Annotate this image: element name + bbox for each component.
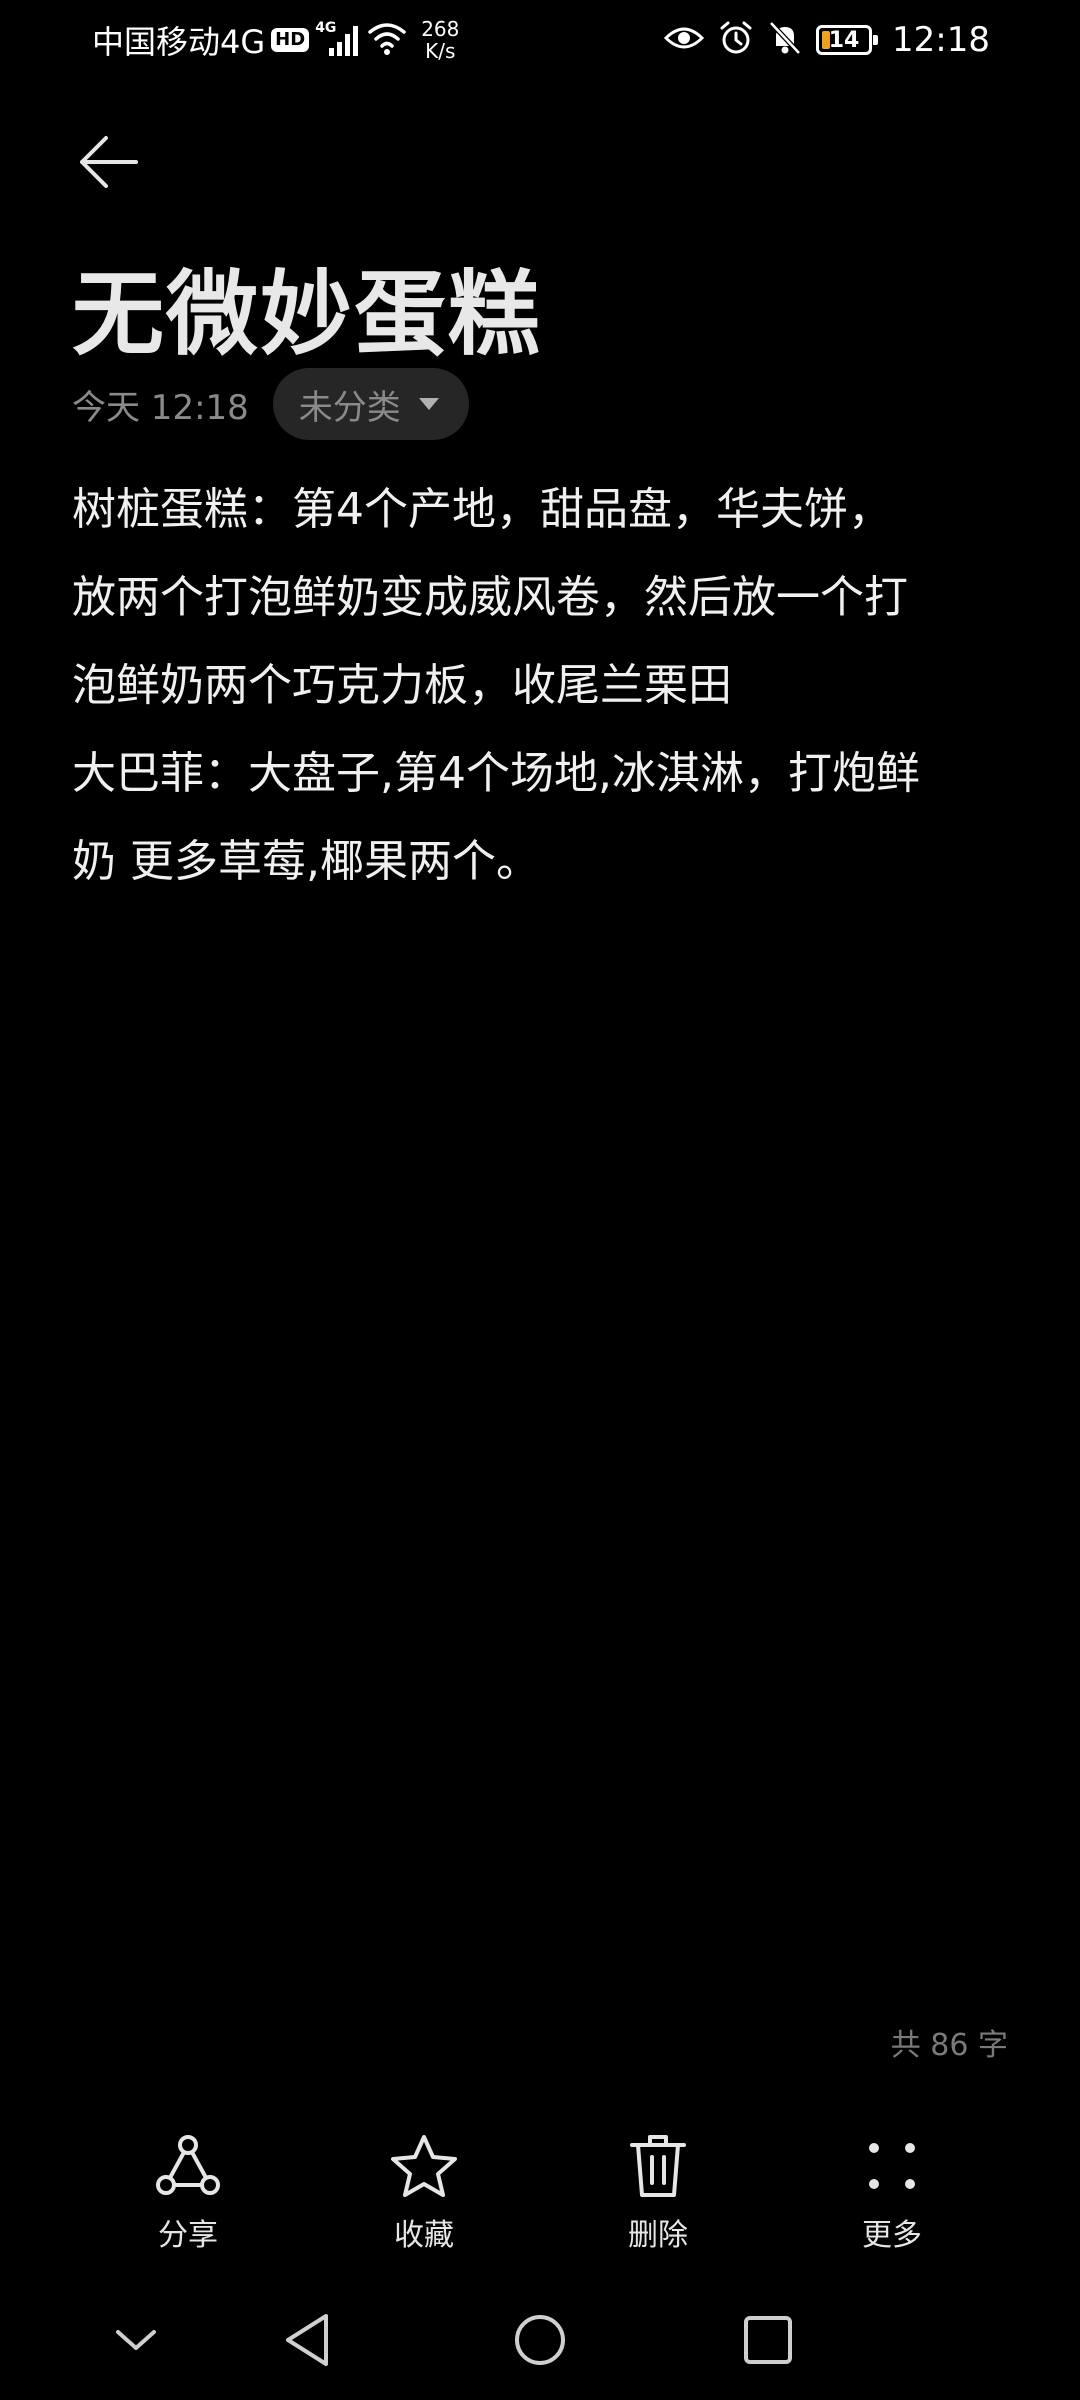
battery-icon: 14 xyxy=(816,25,879,55)
dots-grid-icon xyxy=(869,2143,915,2189)
category-label: 未分类 xyxy=(298,387,401,428)
nav-home-button[interactable] xyxy=(500,2304,580,2376)
word-count: 共 86 字 xyxy=(890,2028,1008,2063)
system-navigation-bar xyxy=(0,2290,1080,2390)
share-button[interactable]: 分享 xyxy=(118,2130,258,2260)
caret-down-icon xyxy=(418,398,439,410)
category-selector[interactable]: 未分类 xyxy=(272,368,469,440)
square-recents-icon xyxy=(744,2316,792,2364)
share-icon xyxy=(156,2135,220,2195)
network-speed-value: 268 xyxy=(421,17,460,41)
note-timestamp: 今天 12:18 xyxy=(72,387,249,428)
bottom-toolbar: 分享 收藏 删除 更多 xyxy=(0,2130,1080,2260)
favorite-label: 收藏 xyxy=(394,2218,454,2253)
note-title[interactable]: 无微妙蛋糕 xyxy=(72,240,542,373)
nav-recents-button[interactable] xyxy=(728,2304,808,2376)
status-bar-right: 14 12:18 xyxy=(663,16,990,64)
chevron-down-icon xyxy=(116,2330,156,2350)
carrier-name: 中国移动4G xyxy=(92,23,266,61)
favorite-button[interactable]: 收藏 xyxy=(354,2130,494,2260)
delete-label: 删除 xyxy=(628,2218,688,2253)
cellular-signal-icon: 4G xyxy=(315,20,361,60)
delete-button[interactable]: 删除 xyxy=(588,2130,728,2260)
wifi-icon xyxy=(367,20,407,60)
note-body[interactable]: 树桩蛋糕：第4个产地，甜品盘，华夫饼， 放两个打泡鲜奶变成威风卷，然后放一个打 … xyxy=(72,466,1008,906)
status-bar-left: 中国移动4G HD 4G 268 K/s xyxy=(92,18,459,62)
star-icon xyxy=(391,2135,457,2197)
nav-collapse-button[interactable] xyxy=(96,2304,176,2376)
status-clock: 12:18 xyxy=(892,20,990,60)
bell-muted-icon xyxy=(768,20,802,60)
note-meta: 今天 12:18 未分类 xyxy=(72,368,469,440)
circle-home-icon xyxy=(515,2315,565,2365)
status-bar: 中国移动4G HD 4G 268 K/s 14 12:18 xyxy=(0,0,1080,80)
hd-badge: HD xyxy=(271,28,310,52)
note-line: 放两个打泡鲜奶变成威风卷，然后放一个打 xyxy=(72,572,908,623)
battery-level: 14 xyxy=(828,27,860,53)
share-label: 分享 xyxy=(158,2218,218,2253)
network-speed-unit: K/s xyxy=(425,39,456,63)
note-line: 树桩蛋糕：第4个产地，甜品盘，华夫饼， xyxy=(72,484,892,535)
note-line: 奶 更多草莓,椰果两个。 xyxy=(72,836,540,887)
network-speed: 268 K/s xyxy=(421,18,459,62)
more-label: 更多 xyxy=(862,2218,922,2253)
more-button[interactable]: 更多 xyxy=(822,2130,962,2260)
back-button[interactable] xyxy=(60,120,156,204)
alarm-clock-icon xyxy=(718,20,754,60)
eye-icon xyxy=(663,23,705,57)
note-line: 大巴菲：大盘子,第4个场地,冰淇淋，打炮鲜 xyxy=(72,748,920,799)
arrow-left-icon xyxy=(80,136,138,188)
nav-back-button[interactable] xyxy=(268,2304,348,2376)
triangle-back-icon xyxy=(286,2314,328,2366)
trash-icon xyxy=(630,2135,686,2197)
note-line: 泡鲜奶两个巧克力板，收尾兰栗田 xyxy=(72,660,732,711)
signal-type-label: 4G xyxy=(315,20,337,36)
